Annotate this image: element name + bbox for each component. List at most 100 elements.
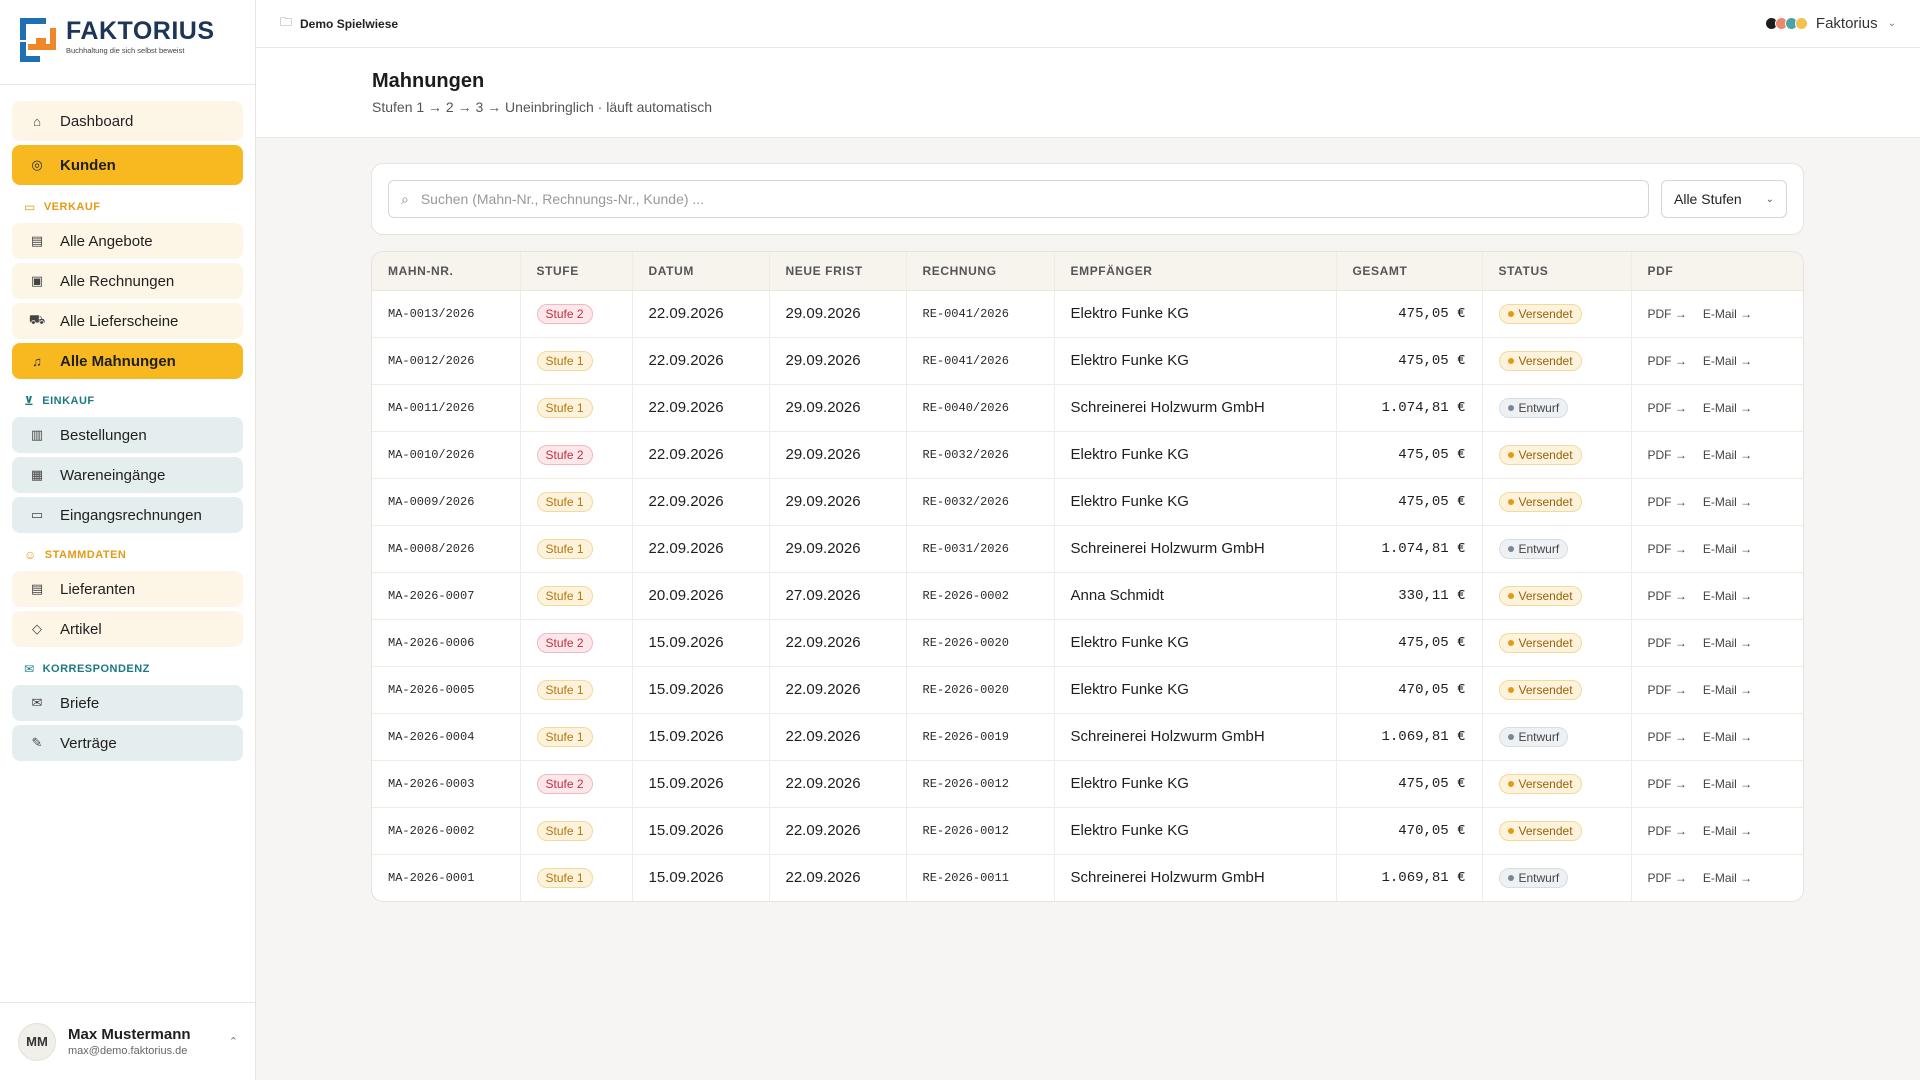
sidebar-item-bestellungen[interactable]: ▥ Bestellungen <box>12 417 243 453</box>
pdf-link[interactable]: PDF → <box>1648 354 1687 368</box>
table-row[interactable]: MA-2026-0004 Stufe 1 15.09.2026 22.09.2026 R… <box>372 713 1803 761</box>
rechnung-cell[interactable]: RE-2026-0019 <box>906 713 1055 761</box>
rechnung-cell[interactable]: RE-0041/2026 <box>906 290 1055 338</box>
rechnung-cell[interactable]: RE-2026-0012 <box>906 807 1055 855</box>
rechnung-cell[interactable]: RE-0031/2026 <box>906 525 1055 573</box>
table-row[interactable]: MA-2026-0007 Stufe 1 20.09.2026 27.09.2026 R… <box>372 572 1803 620</box>
pdf-link[interactable]: PDF → <box>1648 589 1687 603</box>
empfaenger-cell: Elektro Funke KG <box>1054 290 1337 338</box>
pdf-link[interactable]: PDF → <box>1648 448 1687 462</box>
table-row[interactable]: MA-0008/2026 Stufe 1 22.09.2026 29.09.2026 R… <box>372 525 1803 573</box>
rechnung-cell[interactable]: RE-2026-0020 <box>906 666 1055 714</box>
email-link[interactable]: E-Mail → <box>1703 401 1752 415</box>
pdf-link[interactable]: PDF → <box>1648 542 1687 556</box>
pdf-link[interactable]: PDF → <box>1648 683 1687 697</box>
stufe-filter-select[interactable]: Alle Stufen ⌄ <box>1661 180 1787 218</box>
rechnung-cell[interactable]: RE-2026-0020 <box>906 619 1055 667</box>
email-link[interactable]: E-Mail → <box>1703 824 1752 838</box>
column-header-datum[interactable]: DATUM <box>632 252 770 291</box>
mahn-nr-cell[interactable]: MA-0012/2026 <box>372 337 521 385</box>
email-link[interactable]: E-Mail → <box>1703 871 1752 885</box>
pdf-link[interactable]: PDF → <box>1648 307 1687 321</box>
rechnung-cell[interactable]: RE-0032/2026 <box>906 431 1055 479</box>
table-row[interactable]: MA-0011/2026 Stufe 1 22.09.2026 29.09.2026 R… <box>372 384 1803 432</box>
sidebar-item-dashboard[interactable]: ⌂ Dashboard <box>12 101 243 141</box>
mahn-nr-cell[interactable]: MA-2026-0002 <box>372 807 521 855</box>
email-link[interactable]: E-Mail → <box>1703 683 1752 697</box>
email-link[interactable]: E-Mail → <box>1703 589 1752 603</box>
mahn-nr-cell[interactable]: MA-2026-0003 <box>372 760 521 808</box>
mahn-nr-cell[interactable]: MA-0008/2026 <box>372 525 521 573</box>
mahn-nr-cell[interactable]: MA-2026-0001 <box>372 854 521 901</box>
mahn-nr-cell[interactable]: MA-0009/2026 <box>372 478 521 526</box>
sidebar-item-alle-lieferscheine[interactable]: ⛟ Alle Lieferscheine <box>12 303 243 339</box>
email-link[interactable]: E-Mail → <box>1703 495 1752 509</box>
column-header-neue-frist[interactable]: NEUE FRIST <box>769 252 907 291</box>
table-row[interactable]: MA-0013/2026 Stufe 2 22.09.2026 29.09.2026 R… <box>372 290 1803 338</box>
search-icon: ⌕ <box>401 190 409 207</box>
email-link[interactable]: E-Mail → <box>1703 636 1752 650</box>
column-header-mahn-nr[interactable]: MAHN-NR. <box>372 252 521 291</box>
table-row[interactable]: MA-0010/2026 Stufe 2 22.09.2026 29.09.2026 R… <box>372 431 1803 479</box>
table-row[interactable]: MA-0009/2026 Stufe 1 22.09.2026 29.09.2026 R… <box>372 478 1803 526</box>
rechnung-cell[interactable]: RE-2026-0011 <box>906 854 1055 901</box>
email-link[interactable]: E-Mail → <box>1703 448 1752 462</box>
email-link[interactable]: E-Mail → <box>1703 307 1752 321</box>
column-header-status[interactable]: STATUS <box>1482 252 1632 291</box>
breadcrumb[interactable]: Demo Spielwiese <box>300 17 398 31</box>
search-input[interactable] <box>420 191 1636 207</box>
column-header-empfaenger[interactable]: EMPFÄNGER <box>1054 252 1337 291</box>
email-link[interactable]: E-Mail → <box>1703 777 1752 791</box>
section-title: KORRESPONDENZ <box>42 663 150 675</box>
mahn-nr-cell[interactable]: MA-2026-0006 <box>372 619 521 667</box>
mahn-nr-cell[interactable]: MA-0011/2026 <box>372 384 521 432</box>
chevron-up-icon[interactable]: ⌃ <box>229 1035 238 1048</box>
rechnung-cell[interactable]: RE-2026-0002 <box>906 572 1055 620</box>
mahn-nr-cell[interactable]: MA-2026-0004 <box>372 713 521 761</box>
pdf-link[interactable]: PDF → <box>1648 401 1687 415</box>
mahn-nr-cell[interactable]: MA-0010/2026 <box>372 431 521 479</box>
sidebar-item-lieferanten[interactable]: ▤ Lieferanten <box>12 571 243 607</box>
sidebar-item-alle-angebote[interactable]: ▤ Alle Angebote <box>12 223 243 259</box>
pdf-link[interactable]: PDF → <box>1648 871 1687 885</box>
sidebar-item-kunden[interactable]: ◎ Kunden <box>12 145 243 185</box>
rechnung-cell[interactable]: RE-0032/2026 <box>906 478 1055 526</box>
table-row[interactable]: MA-2026-0002 Stufe 1 15.09.2026 22.09.2026 R… <box>372 807 1803 855</box>
sidebar-item-eingangsrechnungen[interactable]: ▭ Eingangsrechnungen <box>12 497 243 533</box>
pdf-link[interactable]: PDF → <box>1648 730 1687 744</box>
sidebar-item-briefe[interactable]: ✉ Briefe <box>12 685 243 721</box>
column-header-stufe[interactable]: STUFE <box>520 252 633 291</box>
column-header-rechnung[interactable]: RECHNUNG <box>906 252 1055 291</box>
sidebar-item-alle-mahnungen[interactable]: ♫ Alle Mahnungen <box>12 343 243 379</box>
brand-logo[interactable]: FAKTORIUS Buchhaltung die sich selbst be… <box>0 0 255 85</box>
table-row[interactable]: MA-0012/2026 Stufe 1 22.09.2026 29.09.2026 R… <box>372 337 1803 385</box>
search-box[interactable]: ⌕ <box>388 180 1649 218</box>
table-row[interactable]: MA-2026-0006 Stufe 2 15.09.2026 22.09.2026 R… <box>372 619 1803 667</box>
email-link[interactable]: E-Mail → <box>1703 354 1752 368</box>
pdf-link[interactable]: PDF → <box>1648 495 1687 509</box>
table-row[interactable]: MA-2026-0005 Stufe 1 15.09.2026 22.09.2026 R… <box>372 666 1803 714</box>
pdf-link[interactable]: PDF → <box>1648 824 1687 838</box>
sidebar-item-wareneingaenge[interactable]: ▦ Wareneingänge <box>12 457 243 493</box>
user-menu[interactable]: MM Max Mustermann max@demo.faktorius.de … <box>0 1002 256 1080</box>
sidebar-item-alle-rechnungen[interactable]: ▣ Alle Rechnungen <box>12 263 243 299</box>
sidebar-item-vertraege[interactable]: ✎ Verträge <box>12 725 243 761</box>
mahn-nr-cell[interactable]: MA-0013/2026 <box>372 290 521 338</box>
email-link[interactable]: E-Mail → <box>1703 542 1752 556</box>
table-row[interactable]: MA-2026-0001 Stufe 1 15.09.2026 22.09.2026 R… <box>372 854 1803 901</box>
org-switcher[interactable]: Faktorius ⌄ <box>1764 15 1896 32</box>
rechnung-cell[interactable]: RE-0040/2026 <box>906 384 1055 432</box>
column-header-pdf[interactable]: PDF <box>1631 252 1803 291</box>
datum-cell: 15.09.2026 <box>632 619 770 667</box>
mahn-nr-cell[interactable]: MA-2026-0005 <box>372 666 521 714</box>
column-header-gesamt[interactable]: GESAMT <box>1336 252 1483 291</box>
mahn-nr-cell[interactable]: MA-2026-0007 <box>372 572 521 620</box>
sidebar-item-artikel[interactable]: ◇ Artikel <box>12 611 243 647</box>
table-row[interactable]: MA-2026-0003 Stufe 2 15.09.2026 22.09.2026 R… <box>372 760 1803 808</box>
rechnung-cell[interactable]: RE-0041/2026 <box>906 337 1055 385</box>
pdf-link[interactable]: PDF → <box>1648 636 1687 650</box>
email-link[interactable]: E-Mail → <box>1703 730 1752 744</box>
rechnung-cell[interactable]: RE-2026-0012 <box>906 760 1055 808</box>
pdf-link[interactable]: PDF → <box>1648 777 1687 791</box>
status-dot-icon <box>1507 357 1514 364</box>
